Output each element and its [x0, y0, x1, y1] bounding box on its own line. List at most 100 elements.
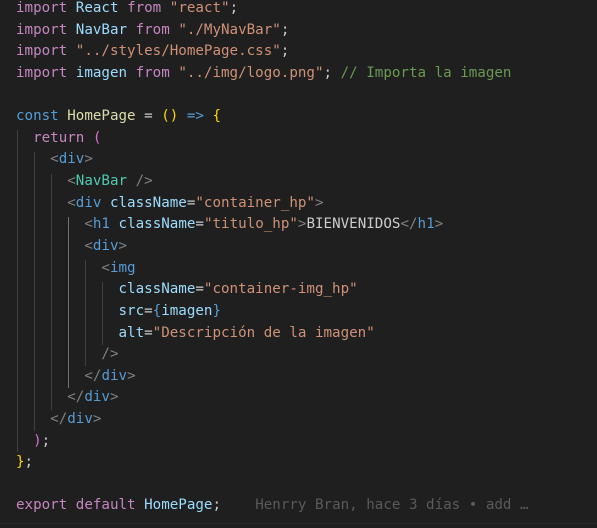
token-angle: >	[92, 411, 102, 427]
token-string: "../styles/HomePage.css"	[75, 43, 281, 59]
token-arrow: =>	[186, 108, 204, 124]
token-string: "react"	[169, 0, 230, 16]
token-attribute: className	[118, 216, 196, 232]
code-line-16[interactable]: alt="Descripción de la imagen"	[16, 323, 375, 345]
token-punct: ;	[280, 43, 290, 59]
token-punct: ;	[212, 497, 222, 513]
token-tag: img	[109, 260, 136, 276]
code-line-15[interactable]: src={imagen}	[16, 301, 222, 323]
code-line-9[interactable]: <NavBar />	[16, 171, 153, 193]
git-blame-annotation[interactable]: Henrry Bran, hace 3 días • add …	[255, 497, 528, 513]
token-keyword: return	[33, 130, 85, 146]
token-angle: </	[67, 389, 85, 405]
token-keyword: import	[16, 65, 68, 81]
token-operator: =	[144, 108, 153, 124]
code-line-6[interactable]: const HomePage = () => {	[16, 106, 221, 128]
token-angle: <	[84, 238, 93, 254]
code-line-11[interactable]: <h1 className="titulo_hp">BIENVENIDOS</h…	[16, 214, 443, 236]
token-identifier: imagen	[161, 303, 213, 319]
token-angle: <	[101, 260, 110, 276]
code-line-18[interactable]: </div>	[16, 366, 136, 388]
token-tag: h1	[92, 216, 110, 232]
token-angle: >	[314, 195, 324, 211]
token-brace: {	[152, 303, 162, 319]
token-attribute: alt	[118, 325, 145, 341]
token-punct: ;	[323, 65, 333, 81]
code-line-7[interactable]: return (	[16, 128, 101, 150]
token-bracket: )	[33, 433, 42, 449]
token-attribute: src	[118, 303, 145, 319]
token-identifier: NavBar	[75, 22, 128, 38]
token-identifier: HomePage	[144, 497, 213, 513]
token-operator: =	[144, 303, 153, 319]
code-line-24[interactable]: export default HomePage; Henrry Bran, ha…	[16, 495, 529, 517]
token-angle: >	[84, 151, 93, 167]
token-string: "container-img_hp"	[203, 281, 358, 297]
token-component: NavBar	[75, 173, 128, 189]
code-line-21[interactable]: );	[16, 431, 50, 453]
token-string: "./MyNavBar"	[178, 22, 281, 38]
code-line-3[interactable]: import "../styles/HomePage.css";	[16, 41, 289, 63]
token-angle: />	[101, 346, 119, 362]
code-line-12[interactable]: <div>	[16, 236, 127, 258]
token-operator: =	[144, 325, 153, 341]
code-line-8[interactable]: <div>	[16, 149, 93, 171]
token-operator: =	[195, 281, 204, 297]
token-tag: div	[67, 411, 93, 427]
token-keyword: const	[16, 108, 59, 124]
token-identifier: React	[75, 0, 119, 16]
token-punct: ;	[41, 433, 51, 449]
token-function: HomePage	[67, 108, 136, 124]
token-keyword: from	[135, 65, 170, 81]
token-operator: =	[195, 216, 204, 232]
token-bracket: (	[92, 130, 102, 146]
token-angle: />	[135, 173, 153, 189]
token-tag: div	[58, 151, 85, 167]
token-text: BIENVENIDOS	[306, 216, 401, 232]
token-identifier: imagen	[75, 65, 128, 81]
token-tag: div	[92, 238, 119, 254]
token-bracket: }	[16, 454, 25, 470]
code-editor[interactable]: import React from "react"; import NavBar…	[0, 0, 597, 528]
code-line-17[interactable]: />	[16, 344, 119, 366]
code-line-20[interactable]: </div>	[16, 409, 101, 431]
code-line-22[interactable]: };	[16, 452, 33, 474]
token-angle: </	[50, 411, 68, 427]
code-line-2[interactable]: import NavBar from "./MyNavBar";	[16, 20, 289, 42]
token-attribute: className	[109, 195, 187, 211]
token-angle: <	[84, 216, 93, 232]
code-line-4[interactable]: import imagen from "../img/logo.png"; //…	[16, 63, 511, 85]
token-angle: </	[400, 216, 418, 232]
token-angle: >	[127, 368, 136, 384]
token-keyword: import	[16, 22, 68, 38]
token-keyword: import	[16, 43, 68, 59]
token-string: "Descripción de la imagen"	[152, 325, 375, 341]
token-keyword: from	[127, 0, 162, 16]
token-punct: ;	[280, 22, 290, 38]
token-string: "../img/logo.png"	[178, 65, 324, 81]
code-line-13[interactable]: <img	[16, 258, 136, 280]
code-line-14[interactable]: className="container-img_hp"	[16, 279, 358, 301]
code-line-10[interactable]: <div className="container_hp">	[16, 193, 324, 215]
token-string: "container_hp"	[195, 195, 315, 211]
token-punct: ;	[24, 454, 34, 470]
token-comment: // Importa la imagen	[340, 65, 512, 81]
token-keyword: default	[75, 497, 136, 513]
token-angle: >	[109, 389, 119, 405]
editor-bottom-divider	[0, 523, 597, 524]
token-tag: div	[101, 368, 128, 384]
token-attribute: className	[118, 281, 196, 297]
code-line-1[interactable]: import React from "react";	[16, 0, 238, 20]
code-line-19[interactable]: </div>	[16, 387, 119, 409]
token-tag: div	[75, 195, 102, 211]
token-keyword: export	[16, 497, 68, 513]
token-brace: }	[212, 303, 222, 319]
token-string: "titulo_hp"	[203, 216, 298, 232]
token-angle: <	[67, 195, 76, 211]
token-bracket: ()	[161, 108, 179, 124]
token-angle: >	[118, 238, 128, 254]
token-tag: div	[84, 389, 110, 405]
token-angle: </	[84, 368, 102, 384]
token-bracket: {	[212, 108, 222, 124]
token-angle: >	[434, 216, 444, 232]
